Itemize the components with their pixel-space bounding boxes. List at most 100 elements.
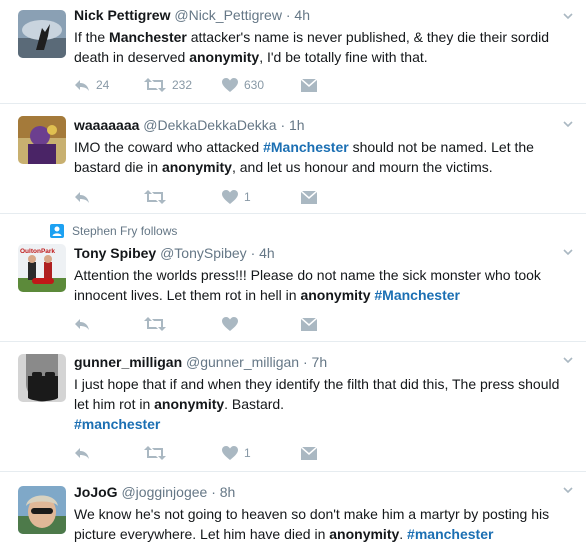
reply-button[interactable]: 24 <box>74 76 144 94</box>
hashtag-link[interactable]: #manchester <box>407 526 493 542</box>
context-text[interactable]: Stephen Fry follows <box>72 224 177 238</box>
retweet-button[interactable]: 232 <box>144 76 222 94</box>
tweet-item[interactable]: Stephen Fry follows OultonPark Tony Spib… <box>0 214 586 342</box>
text-segment: . <box>399 526 408 542</box>
display-name[interactable]: waaaaaaa <box>74 117 139 133</box>
envelope-icon <box>301 317 317 331</box>
username[interactable]: @Nick_Pettigrew <box>174 7 282 23</box>
like-button[interactable]: 1 <box>222 188 301 206</box>
tweet-header: Tony Spibey @TonySpibey · 4h <box>74 244 572 262</box>
username[interactable]: @DekkaDekkaDekka <box>143 117 276 133</box>
text-segment: I just hope that if and when they identi… <box>74 376 560 412</box>
reply-button[interactable] <box>74 444 144 462</box>
reply-icon <box>75 319 89 330</box>
chevron-down-icon[interactable] <box>562 118 574 130</box>
tweet-actions: 1 <box>74 444 317 462</box>
display-name[interactable]: Nick Pettigrew <box>74 7 170 23</box>
display-name[interactable]: Tony Spibey <box>74 245 156 261</box>
tweet-text: I just hope that if and when they identi… <box>74 374 572 434</box>
chevron-down-icon[interactable] <box>562 354 574 366</box>
username[interactable]: @TonySpibey <box>160 245 247 261</box>
tweet-item[interactable]: gunner_milligan @gunner_milligan · 7h I … <box>0 342 586 472</box>
timestamp[interactable]: 7h <box>312 354 328 370</box>
hashtag-link[interactable]: #Manchester <box>263 139 349 155</box>
hashtag-link[interactable]: #manchester <box>74 416 160 432</box>
highlighted-term: anonymity <box>154 396 225 412</box>
separator: · <box>302 354 308 370</box>
tweet-text: Attention the worlds press!!! Please do … <box>74 265 572 305</box>
username[interactable]: @gunner_milligan <box>186 354 299 370</box>
separator: · <box>250 245 256 261</box>
separator: · <box>285 7 291 23</box>
heart-icon <box>222 446 238 460</box>
reply-button[interactable] <box>74 188 144 206</box>
person-icon <box>50 224 64 238</box>
envelope-icon <box>301 446 317 460</box>
avatar[interactable] <box>18 486 66 534</box>
retweet-icon <box>144 446 166 460</box>
reply-icon <box>75 80 89 91</box>
timestamp[interactable]: 8h <box>220 484 236 500</box>
like-button[interactable]: 630 <box>222 76 301 94</box>
avatar[interactable] <box>18 116 66 164</box>
separator: · <box>280 117 286 133</box>
reply-button[interactable] <box>74 315 144 333</box>
heart-icon <box>222 78 238 92</box>
display-name[interactable]: JoJoG <box>74 484 118 500</box>
text-segment: , I'd be totally fine with that. <box>259 49 428 65</box>
retweet-count: 232 <box>172 78 193 92</box>
username[interactable]: @jogginjogee <box>121 484 207 500</box>
avatar-logo-text: OultonPark <box>20 248 55 255</box>
timestamp[interactable]: 4h <box>259 245 275 261</box>
retweet-button[interactable] <box>144 315 222 333</box>
timestamp[interactable]: 4h <box>294 7 310 23</box>
like-button[interactable] <box>222 315 301 333</box>
avatar[interactable] <box>18 10 66 58</box>
tweet-text: We know he's not going to heaven so don'… <box>74 504 572 544</box>
envelope-icon <box>301 190 317 204</box>
heart-icon <box>222 190 238 204</box>
separator: · <box>211 484 216 500</box>
tweet-text: IMO the coward who attacked #Manchester … <box>74 137 572 177</box>
tweet-actions <box>74 315 317 333</box>
retweet-button[interactable] <box>144 188 222 206</box>
tweet-header: JoJoG @jogginjogee · 8h <box>74 483 572 501</box>
tweet-actions: 24 232 630 <box>74 76 317 94</box>
tweet-header: Nick Pettigrew @Nick_Pettigrew · 4h <box>74 6 572 24</box>
direct-message-button[interactable] <box>301 315 317 333</box>
tweet-header: waaaaaaa @DekkaDekkaDekka · 1h <box>74 116 572 134</box>
direct-message-button[interactable] <box>301 76 317 94</box>
avatar[interactable]: OultonPark <box>18 244 66 292</box>
text-segment: If the <box>74 29 110 45</box>
like-count: 1 <box>244 190 251 204</box>
chevron-down-icon[interactable] <box>562 246 574 258</box>
tweet-item[interactable]: Nick Pettigrew @Nick_Pettigrew · 4h If t… <box>0 0 586 104</box>
chevron-down-icon[interactable] <box>562 10 574 22</box>
like-button[interactable]: 1 <box>222 444 301 462</box>
timestamp[interactable]: 1h <box>289 117 305 133</box>
like-count: 630 <box>244 78 265 92</box>
social-context: Stephen Fry follows <box>50 224 177 238</box>
tweet-header: gunner_milligan @gunner_milligan · 7h <box>74 353 572 371</box>
tweet-item[interactable]: JoJoG @jogginjogee · 8h We know he's not… <box>0 472 586 559</box>
text-segment: IMO the coward who attacked <box>74 139 264 155</box>
highlighted-term: anonymity <box>161 159 232 175</box>
highlighted-term: anonymity <box>300 287 371 303</box>
display-name[interactable]: gunner_milligan <box>74 354 182 370</box>
reply-count: 24 <box>96 78 110 92</box>
tweet-text: If the Manchester attacker's name is nev… <box>74 27 572 67</box>
chevron-down-icon[interactable] <box>562 484 574 496</box>
direct-message-button[interactable] <box>301 188 317 206</box>
hashtag-link[interactable]: #Manchester <box>374 287 460 303</box>
text-segment: . Bastard. <box>224 396 285 412</box>
envelope-icon <box>301 78 317 92</box>
highlighted-term: Manchester <box>109 29 187 45</box>
direct-message-button[interactable] <box>301 444 317 462</box>
avatar[interactable] <box>18 354 66 402</box>
retweet-button[interactable] <box>144 444 222 462</box>
reply-icon <box>75 448 89 459</box>
tweet-item[interactable]: waaaaaaa @DekkaDekkaDekka · 1h IMO the c… <box>0 104 586 214</box>
like-count: 1 <box>244 446 251 460</box>
tweet-actions: 1 <box>74 188 317 206</box>
retweet-icon <box>144 190 166 204</box>
